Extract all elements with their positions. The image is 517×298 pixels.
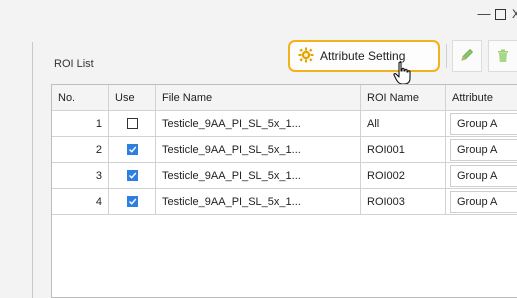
- trash-icon: [495, 47, 511, 66]
- file-name: Testicle_9AA_PI_SL_5x_1...: [156, 111, 361, 136]
- attribute-value: Group A: [457, 144, 498, 156]
- file-name: Testicle_9AA_PI_SL_5x_1...: [156, 189, 361, 214]
- roi-name: All: [361, 111, 446, 136]
- row-number: 1: [52, 111, 109, 136]
- use-cell: [109, 163, 156, 188]
- row-number: 4: [52, 189, 109, 214]
- roi-name: ROI003: [361, 189, 446, 214]
- attribute-dropdown[interactable]: Group A: [450, 139, 517, 161]
- toolbar-separator: [446, 44, 447, 68]
- use-cell: [109, 111, 156, 136]
- attribute-dropdown[interactable]: Group A: [450, 191, 517, 213]
- attribute-dropdown[interactable]: Group A: [450, 113, 517, 135]
- use-checkbox[interactable]: [126, 144, 138, 155]
- table-row[interactable]: 4 Testicle_9AA_PI_SL_5x_1... ROI003 Grou…: [52, 189, 517, 215]
- attribute-value: Group A: [457, 196, 498, 208]
- use-checkbox[interactable]: [126, 170, 138, 181]
- row-number: 2: [52, 137, 109, 162]
- attribute-value: Group A: [457, 170, 498, 182]
- roi-name: ROI002: [361, 163, 446, 188]
- attribute-value: Group A: [457, 118, 498, 130]
- roi-name: ROI001: [361, 137, 446, 162]
- window-controls: — X: [477, 6, 517, 26]
- header-roi-name[interactable]: ROI Name: [361, 85, 446, 110]
- use-checkbox[interactable]: [126, 118, 138, 129]
- close-button[interactable]: X: [512, 6, 517, 22]
- pencil-icon: [459, 47, 475, 66]
- edit-button[interactable]: [452, 40, 482, 72]
- roi-list-title: ROI List: [54, 58, 94, 70]
- minimize-button[interactable]: —: [477, 6, 491, 22]
- roi-table: No. Use File Name ROI Name Attribute Da …: [51, 84, 517, 298]
- table-header: No. Use File Name ROI Name Attribute Da: [52, 85, 517, 111]
- row-number: 3: [52, 163, 109, 188]
- use-cell: [109, 137, 156, 162]
- use-cell: [109, 189, 156, 214]
- table-row[interactable]: 2 Testicle_9AA_PI_SL_5x_1... ROI001 Grou…: [52, 137, 517, 163]
- delete-button[interactable]: [488, 40, 517, 72]
- use-checkbox[interactable]: [126, 196, 138, 207]
- file-name: Testicle_9AA_PI_SL_5x_1...: [156, 163, 361, 188]
- table-row[interactable]: 1 Testicle_9AA_PI_SL_5x_1... All Group A: [52, 111, 517, 137]
- header-no[interactable]: No.: [52, 85, 109, 110]
- file-name: Testicle_9AA_PI_SL_5x_1...: [156, 137, 361, 162]
- header-use[interactable]: Use: [109, 85, 156, 110]
- gear-sun-icon: [298, 47, 314, 66]
- maximize-button[interactable]: [495, 9, 506, 20]
- attribute-setting-button[interactable]: Attribute Setting: [288, 40, 440, 72]
- panel-divider: [32, 42, 33, 298]
- attribute-dropdown[interactable]: Group A: [450, 165, 517, 187]
- header-file-name[interactable]: File Name: [156, 85, 361, 110]
- header-attribute[interactable]: Attribute: [446, 85, 517, 110]
- table-row[interactable]: 3 Testicle_9AA_PI_SL_5x_1... ROI002 Grou…: [52, 163, 517, 189]
